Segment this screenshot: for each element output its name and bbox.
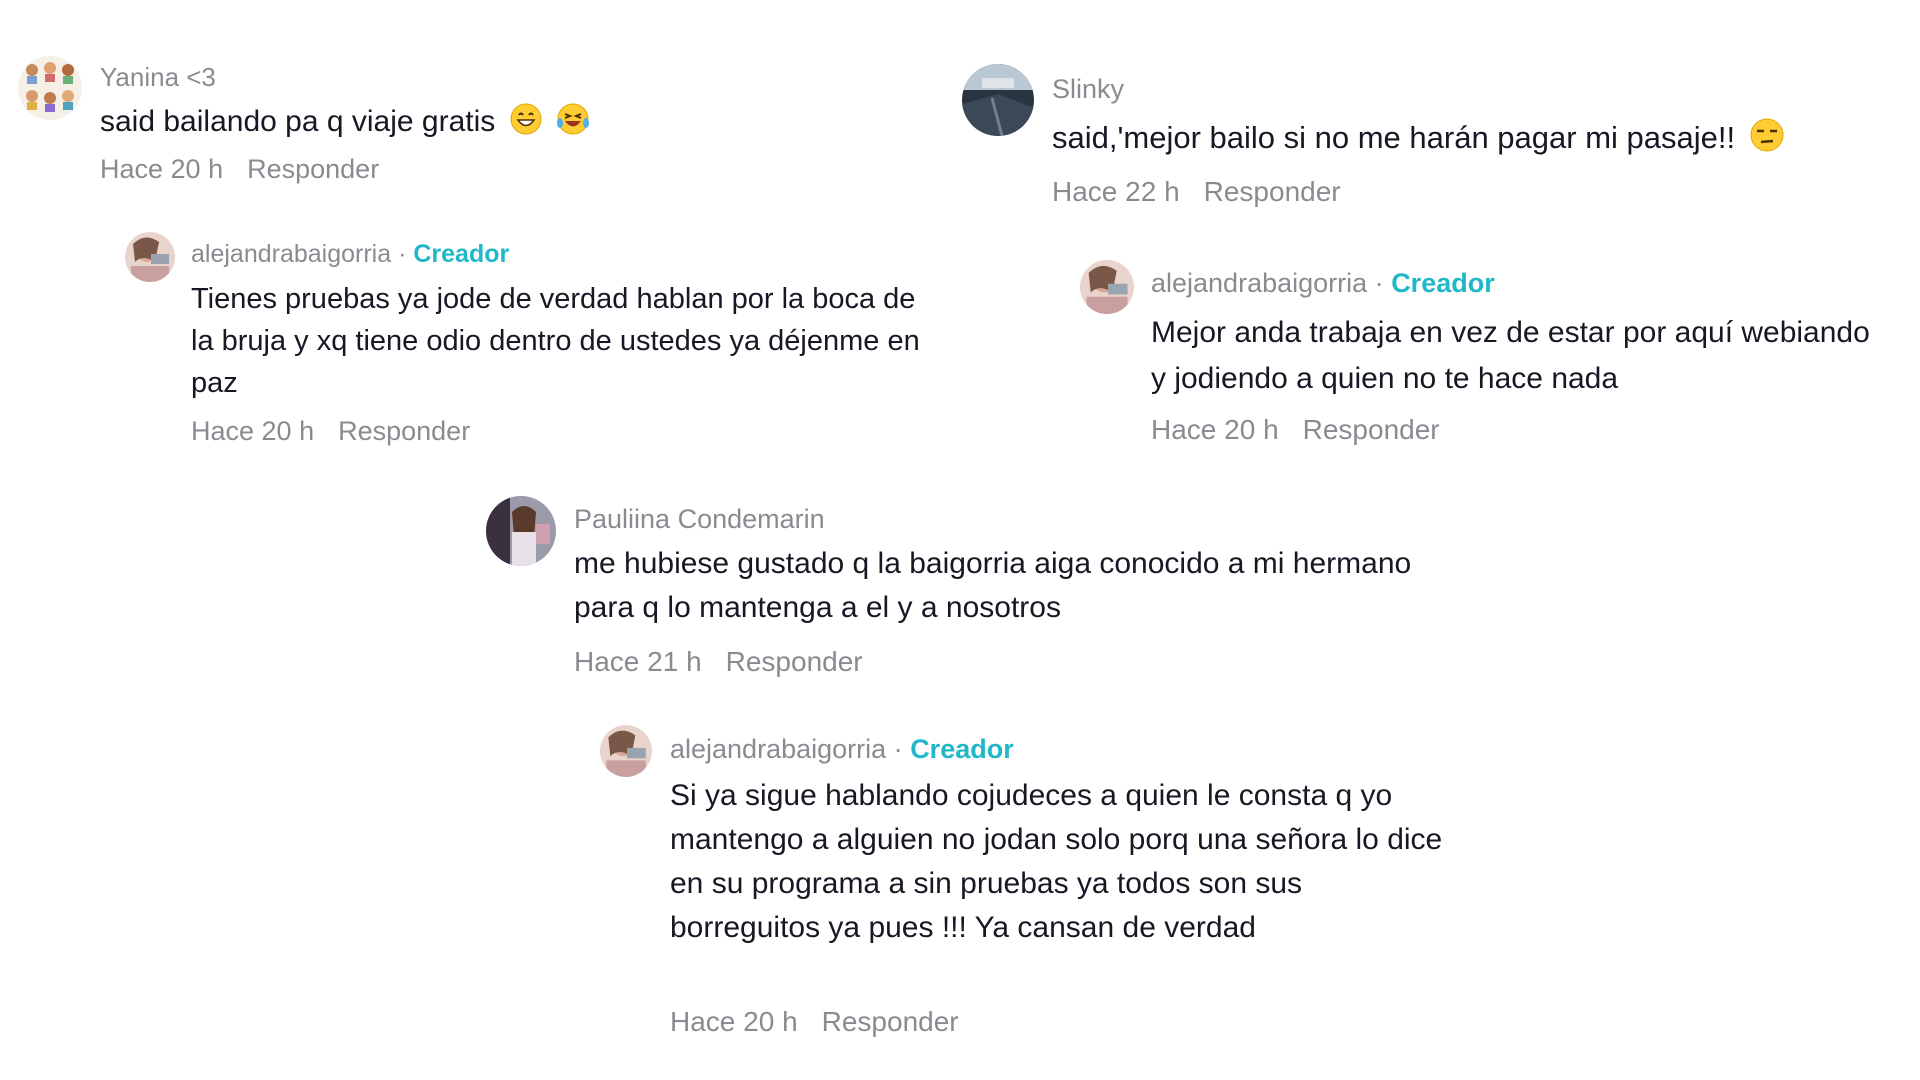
- reply-button[interactable]: Responder: [1303, 414, 1440, 445]
- reply-button[interactable]: Responder: [1204, 176, 1341, 207]
- comment-text: Mejor anda trabaja en vez de estar por a…: [1151, 316, 1870, 395]
- laughing-tears-emoji-icon: [556, 103, 590, 145]
- creator-username[interactable]: alejandrabaigorria: [1151, 268, 1367, 298]
- comment-time: Hace 22 h: [1052, 176, 1180, 207]
- creator-username[interactable]: alejandrabaigorria: [670, 734, 886, 764]
- comment-time: Hace 20 h: [191, 416, 315, 446]
- avatar[interactable]: [18, 56, 82, 120]
- separator-dot: ·: [893, 734, 903, 764]
- reply-button[interactable]: Responder: [247, 154, 379, 184]
- grinning-emoji-icon: [510, 103, 542, 145]
- avatar[interactable]: [962, 64, 1034, 136]
- creator-badge: Creador: [413, 240, 510, 268]
- comment-username[interactable]: Slinky: [1052, 74, 1124, 105]
- comment-meta: Hace 20 h Responder: [100, 154, 379, 185]
- reply-button[interactable]: Responder: [726, 646, 863, 677]
- comment-username: alejandrabaigorria · Creador: [670, 734, 1014, 765]
- comment-text: Si ya sigue hablando cojudeces a quien l…: [670, 779, 1443, 944]
- comment-text: said,'mejor bailo si no me harán pagar m…: [1052, 118, 1784, 162]
- creator-badge: Creador: [910, 734, 1014, 764]
- comment-time: Hace 20 h: [1151, 414, 1279, 445]
- unamused-emoji-icon: [1750, 118, 1784, 162]
- comment-username[interactable]: Pauliina Condemarin: [574, 504, 825, 535]
- comment-text-content: said bailando pa q viaje gratis: [100, 105, 496, 138]
- avatar[interactable]: [125, 232, 175, 282]
- avatar[interactable]: [486, 496, 556, 566]
- comment-meta: Hace 20 h Responder: [1151, 414, 1440, 446]
- comment-text: Tienes pruebas ya jode de verdad hablan …: [191, 283, 920, 399]
- avatar[interactable]: [1080, 260, 1134, 314]
- comment-text: me hubiese gustado q la baigorria aiga c…: [574, 547, 1412, 624]
- comment-text-content: said,'mejor bailo si no me harán pagar m…: [1052, 120, 1736, 155]
- comment-username: alejandrabaigorria · Creador: [191, 240, 509, 269]
- comment-username: alejandrabaigorria · Creador: [1151, 268, 1495, 299]
- comment-meta: Hace 22 h Responder: [1052, 176, 1341, 208]
- comment-time: Hace 20 h: [100, 154, 224, 184]
- comment-meta: Hace 20 h Responder: [670, 1006, 959, 1038]
- separator-dot: ·: [1374, 268, 1384, 298]
- avatar[interactable]: [600, 725, 652, 777]
- creator-badge: Creador: [1391, 268, 1495, 298]
- comment-text: said bailando pa q viaje gratis: [100, 102, 660, 145]
- reply-button[interactable]: Responder: [338, 416, 470, 446]
- comment-time: Hace 21 h: [574, 646, 702, 677]
- comment-time: Hace 20 h: [670, 1006, 798, 1037]
- comment-username[interactable]: Yanina <3: [100, 62, 216, 93]
- creator-username[interactable]: alejandrabaigorria: [191, 240, 391, 268]
- comments-canvas: Yanina <3 said bailando pa q viaje grati…: [0, 0, 1920, 1080]
- separator-dot: ·: [398, 240, 407, 268]
- comment-meta: Hace 20 h Responder: [191, 416, 470, 447]
- comment-meta: Hace 21 h Responder: [574, 646, 863, 678]
- reply-button[interactable]: Responder: [822, 1006, 959, 1037]
